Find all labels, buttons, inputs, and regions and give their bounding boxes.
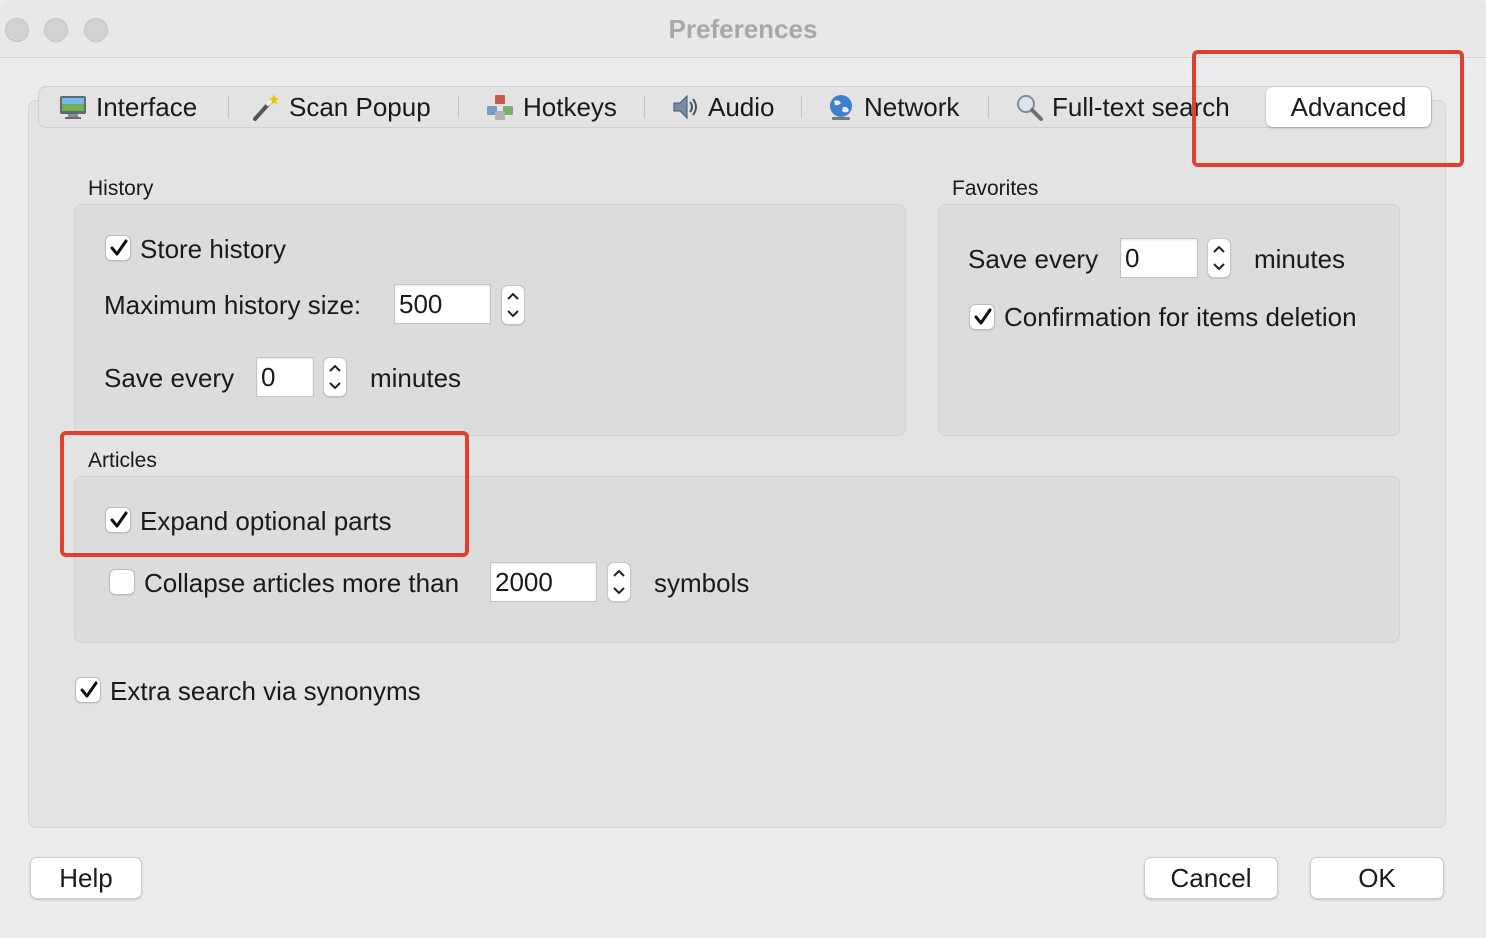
- favorites-group-label: Favorites: [952, 177, 1039, 200]
- favorites-save-every-input[interactable]: 0: [1120, 238, 1198, 278]
- stepper-arrows-icon: [329, 364, 341, 390]
- store-history-label: Store history: [140, 234, 286, 264]
- collapse-articles-unit: symbols: [654, 568, 750, 598]
- max-history-size-stepper[interactable]: [501, 285, 525, 325]
- stepper-arrows-icon: [613, 569, 625, 595]
- collapse-articles-checkbox[interactable]: [109, 569, 135, 595]
- tab-audio[interactable]: Audio: [670, 86, 775, 128]
- stepper-arrows-icon: [507, 292, 519, 318]
- ok-button[interactable]: OK: [1310, 857, 1444, 899]
- confirm-deletion-checkbox[interactable]: [969, 304, 995, 330]
- stepper-arrows-icon: [1213, 245, 1225, 271]
- history-save-every-label: Save every: [104, 363, 235, 393]
- advanced-tab-highlight: [1192, 50, 1464, 167]
- collapse-articles-stepper[interactable]: [607, 562, 631, 602]
- tab-separator: [644, 96, 645, 118]
- magnifier-icon: [1014, 92, 1044, 122]
- history-save-every-input[interactable]: 0: [256, 357, 314, 397]
- history-group-label: History: [88, 177, 154, 200]
- collapse-articles-input[interactable]: 2000: [490, 562, 597, 602]
- preferences-window: Preferences Interface Scan Popup Hotkeys…: [0, 0, 1486, 938]
- favorites-save-every-label: Save every: [968, 244, 1099, 274]
- monitor-icon: [58, 92, 88, 122]
- collapse-articles-label: Collapse articles more than: [144, 568, 460, 598]
- tab-separator: [228, 96, 229, 118]
- confirm-deletion-label: Confirmation for items deletion: [1004, 302, 1357, 332]
- speaker-icon: [670, 92, 700, 122]
- hotkeys-icon: [485, 92, 515, 122]
- globe-icon: [826, 92, 856, 122]
- favorites-save-every-unit: minutes: [1254, 244, 1346, 274]
- history-save-every-stepper[interactable]: [323, 357, 347, 397]
- tab-separator: [988, 96, 989, 118]
- tab-audio-label: Audio: [708, 91, 775, 122]
- tab-separator: [801, 96, 802, 118]
- favorites-save-every-stepper[interactable]: [1207, 238, 1231, 278]
- tab-interface-label: Interface: [96, 91, 198, 122]
- extra-search-synonyms-checkbox[interactable]: [75, 677, 101, 703]
- help-button[interactable]: Help: [30, 857, 142, 899]
- articles-highlight: [60, 431, 469, 557]
- magic-wand-icon: [251, 92, 281, 122]
- tab-interface[interactable]: Interface: [58, 86, 197, 128]
- checkmark-icon: [974, 308, 992, 325]
- tab-scan-popup-label: Scan Popup: [289, 91, 431, 122]
- checkmark-icon: [110, 239, 128, 256]
- tab-scan-popup[interactable]: Scan Popup: [251, 86, 431, 128]
- history-save-every-unit: minutes: [370, 363, 462, 393]
- cancel-button[interactable]: Cancel: [1144, 857, 1278, 899]
- store-history-checkbox[interactable]: [105, 235, 131, 261]
- tab-hotkeys[interactable]: Hotkeys: [485, 86, 617, 128]
- window-title: Preferences: [668, 14, 818, 44]
- tab-network[interactable]: Network: [826, 86, 959, 128]
- extra-search-synonyms-label: Extra search via synonyms: [110, 676, 421, 706]
- max-history-size-input[interactable]: 500: [394, 284, 491, 324]
- checkmark-icon: [80, 681, 98, 698]
- tab-network-label: Network: [864, 91, 960, 122]
- tab-separator: [458, 96, 459, 118]
- max-history-size-label: Maximum history size:: [104, 290, 362, 320]
- tab-hotkeys-label: Hotkeys: [523, 91, 617, 122]
